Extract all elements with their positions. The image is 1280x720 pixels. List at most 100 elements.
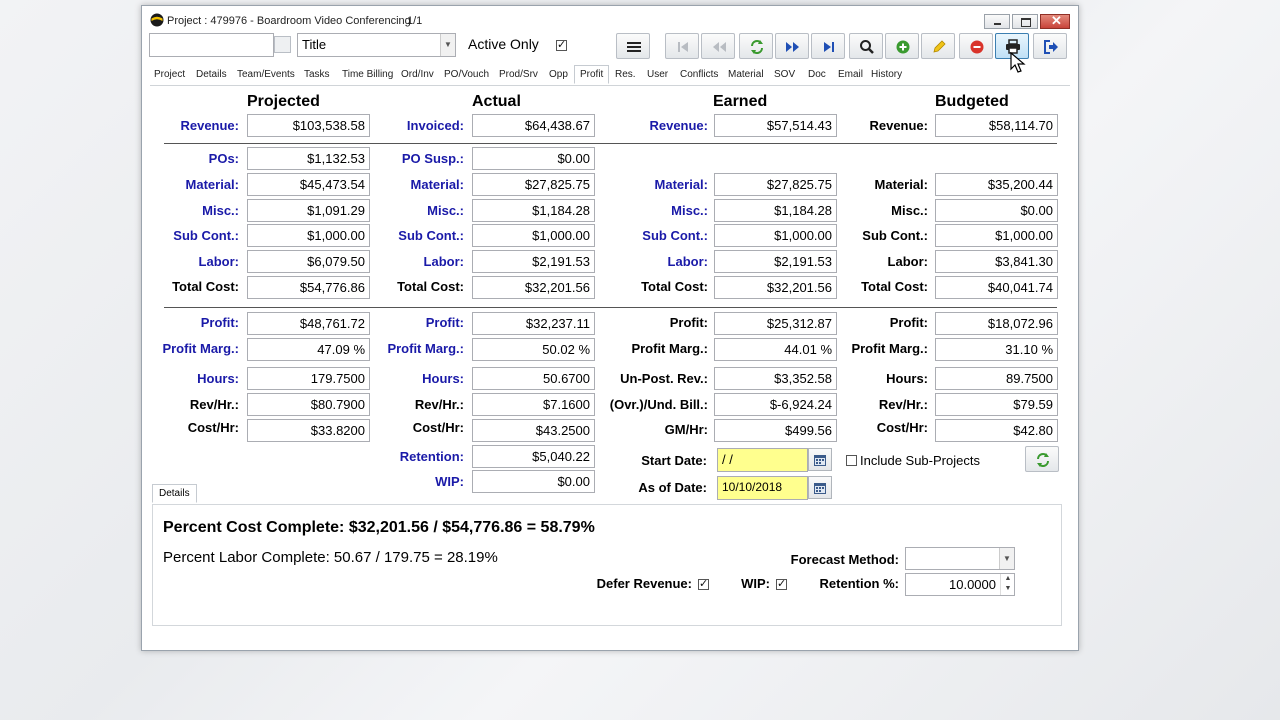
refresh-button[interactable]	[739, 33, 773, 59]
next-record-button[interactable]	[775, 33, 809, 59]
tab-conflicts[interactable]: Conflicts	[680, 69, 718, 80]
earned-unpost-field[interactable]: $3,352.58	[714, 367, 837, 390]
earned-subcont-field[interactable]: $1,000.00	[714, 224, 837, 247]
earned-gmhr-field[interactable]: $499.56	[714, 419, 837, 442]
tab-tasks[interactable]: Tasks	[304, 69, 330, 80]
budgeted-labor-field[interactable]: $3,841.30	[935, 250, 1058, 273]
budgeted-revenue-field[interactable]: $58,114.70	[935, 114, 1058, 137]
budgeted-costhr-field[interactable]: $42.80	[935, 419, 1058, 442]
delete-button[interactable]	[959, 33, 993, 59]
retention-spinner[interactable]: ▲ ▼	[1000, 574, 1015, 595]
projected-pos-field[interactable]: $1,132.53	[247, 147, 370, 170]
projected-profit-field[interactable]: $48,761.72	[247, 312, 370, 335]
start-date-calendar-button[interactable]	[808, 448, 832, 471]
actual-totalcost-field[interactable]: $32,201.56	[472, 276, 595, 299]
search-button[interactable]	[849, 33, 883, 59]
tab-profit[interactable]: Profit	[574, 65, 610, 84]
actual-material-label: Material:	[410, 177, 464, 192]
actual-retention-field[interactable]: $5,040.22	[472, 445, 595, 468]
chevron-down-icon: ▼	[999, 548, 1014, 569]
forecast-method-select[interactable]: ▼	[905, 547, 1015, 570]
projected-subcont-field[interactable]: $1,000.00	[247, 224, 370, 247]
include-sub-projects-checkbox[interactable]	[846, 455, 857, 466]
prev-record-button[interactable]	[701, 33, 735, 59]
first-record-button[interactable]	[665, 33, 699, 59]
search-field-button[interactable]	[274, 36, 291, 53]
add-button[interactable]	[885, 33, 919, 59]
edit-button[interactable]	[921, 33, 955, 59]
budgeted-material-field[interactable]: $35,200.44	[935, 173, 1058, 196]
actual-invoiced-field[interactable]: $64,438.67	[472, 114, 595, 137]
as-of-date-calendar-button[interactable]	[808, 476, 832, 499]
earned-material-field[interactable]: $27,825.75	[714, 173, 837, 196]
tab-details[interactable]: Details	[196, 69, 227, 80]
actual-posusp-field[interactable]: $0.00	[472, 147, 595, 170]
earned-margin-field[interactable]: 44.01 %	[714, 338, 837, 361]
maximize-button[interactable]	[1012, 14, 1038, 29]
exit-button[interactable]	[1033, 33, 1067, 59]
projected-costhr-field[interactable]: $33.8200	[247, 419, 370, 442]
actual-revhr-field[interactable]: $7.1600	[472, 393, 595, 416]
actual-subcont-field[interactable]: $1,000.00	[472, 224, 595, 247]
retention-percent-field[interactable]: 10.0000	[905, 573, 1015, 596]
earned-profit-field[interactable]: $25,312.87	[714, 312, 837, 335]
projected-hours-field[interactable]: 179.7500	[247, 367, 370, 390]
actual-misc-field[interactable]: $1,184.28	[472, 199, 595, 222]
budgeted-margin-field[interactable]: 31.10 %	[935, 338, 1058, 361]
budgeted-misc-field[interactable]: $0.00	[935, 199, 1058, 222]
tab-email[interactable]: Email	[838, 69, 863, 80]
start-date-field[interactable]: / /	[717, 448, 808, 472]
recalculate-button[interactable]	[1025, 446, 1059, 472]
tab-user[interactable]: User	[647, 69, 668, 80]
minimize-button[interactable]	[984, 14, 1010, 29]
projected-margin-field[interactable]: 47.09 %	[247, 338, 370, 361]
active-only-checkbox[interactable]	[556, 38, 567, 51]
actual-material-field[interactable]: $27,825.75	[472, 173, 595, 196]
projected-misc-field[interactable]: $1,091.29	[247, 199, 370, 222]
wip-checkbox[interactable]	[776, 577, 787, 590]
projected-totalcost-field[interactable]: $54,776.86	[247, 276, 370, 299]
actual-costhr-field[interactable]: $43.2500	[472, 419, 595, 442]
tab-prod-srv[interactable]: Prod/Srv	[499, 69, 538, 80]
tab-doc[interactable]: Doc	[808, 69, 826, 80]
title-combo[interactable]: Title ▼	[297, 33, 456, 57]
tab-res[interactable]: Res.	[615, 69, 636, 80]
tab-time-billing[interactable]: Time Billing	[342, 69, 393, 80]
as-of-date-field[interactable]: 10/10/2018	[717, 476, 808, 500]
search-field[interactable]	[149, 33, 274, 57]
actual-wip-field[interactable]: $0.00	[472, 470, 595, 493]
projected-material-field[interactable]: $45,473.54	[247, 173, 370, 196]
projected-revhr-field[interactable]: $80.7900	[247, 393, 370, 416]
tab-project[interactable]: Project	[154, 69, 185, 80]
header-earned: Earned	[713, 93, 768, 110]
defer-revenue-checkbox[interactable]	[698, 577, 709, 590]
earned-totalcost-field[interactable]: $32,201.56	[714, 276, 837, 299]
budgeted-hours-field[interactable]: 89.7500	[935, 367, 1058, 390]
budgeted-profit-field[interactable]: $18,072.96	[935, 312, 1058, 335]
tab-team-events[interactable]: Team/Events	[237, 69, 295, 80]
tab-opp[interactable]: Opp	[549, 69, 568, 80]
budgeted-totalcost-field[interactable]: $40,041.74	[935, 276, 1058, 299]
tab-details-sub[interactable]: Details	[152, 484, 197, 503]
projected-labor-field[interactable]: $6,079.50	[247, 250, 370, 273]
menu-icon	[627, 42, 641, 52]
earned-labor-field[interactable]: $2,191.53	[714, 250, 837, 273]
tab-sov[interactable]: SOV	[774, 69, 795, 80]
tab-material[interactable]: Material	[728, 69, 764, 80]
earned-misc-field[interactable]: $1,184.28	[714, 199, 837, 222]
budgeted-revhr-field[interactable]: $79.59	[935, 393, 1058, 416]
menu-button[interactable]	[616, 33, 650, 59]
actual-labor-field[interactable]: $2,191.53	[472, 250, 595, 273]
tab-po-vouch[interactable]: PO/Vouch	[444, 69, 489, 80]
tab-history[interactable]: History	[871, 69, 902, 80]
close-window-button[interactable]: ✕	[1040, 13, 1070, 29]
actual-profit-field[interactable]: $32,237.11	[472, 312, 595, 335]
actual-margin-field[interactable]: 50.02 %	[472, 338, 595, 361]
projected-revenue-field[interactable]: $103,538.58	[247, 114, 370, 137]
budgeted-subcont-field[interactable]: $1,000.00	[935, 224, 1058, 247]
earned-revenue-field[interactable]: $57,514.43	[714, 114, 837, 137]
tab-ord-inv[interactable]: Ord/Inv	[401, 69, 434, 80]
last-record-button[interactable]	[811, 33, 845, 59]
earned-ovrund-field[interactable]: $-6,924.24	[714, 393, 837, 416]
actual-hours-field[interactable]: 50.6700	[472, 367, 595, 390]
